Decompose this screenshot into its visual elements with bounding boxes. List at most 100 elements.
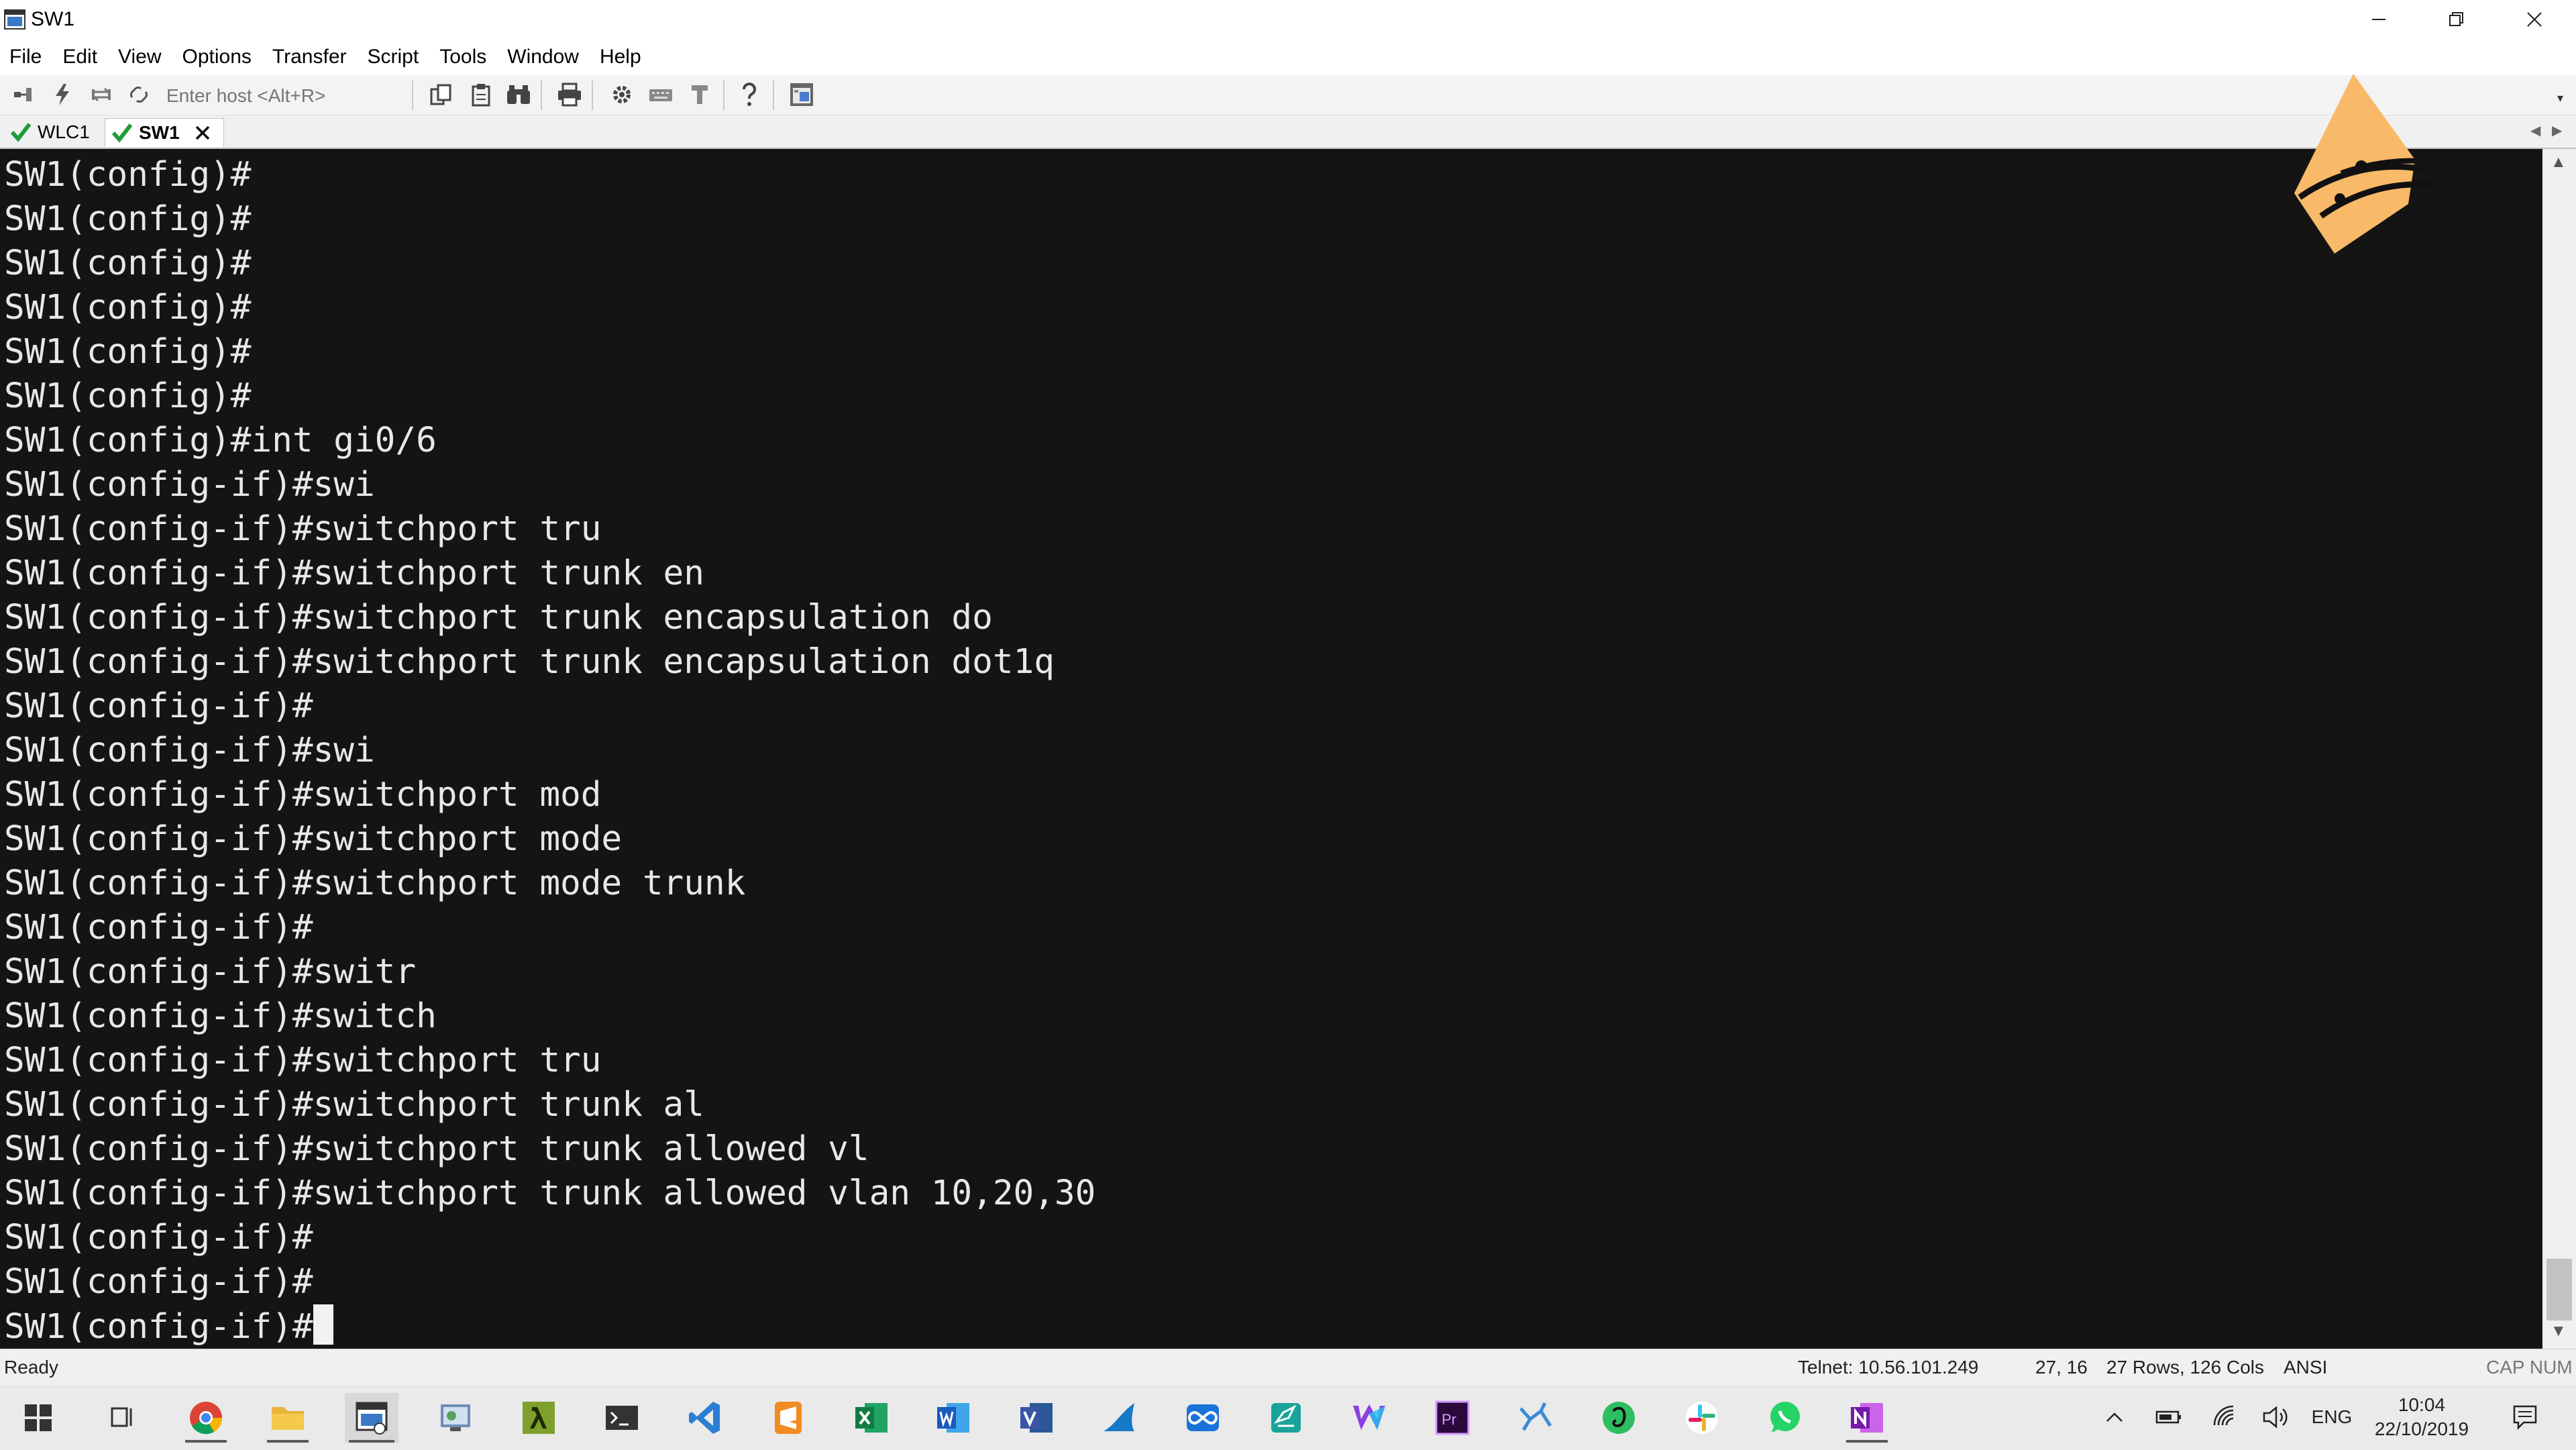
menu-script[interactable]: Script	[358, 39, 431, 75]
taskbar-terminal[interactable]	[597, 1393, 647, 1443]
minimize-icon	[2372, 19, 2385, 20]
taskbar-excel[interactable]	[847, 1393, 896, 1443]
session-manager-button[interactable]	[786, 79, 817, 110]
control-panel-icon	[441, 1404, 470, 1431]
find-button[interactable]	[503, 79, 534, 110]
toolbar-separator	[773, 81, 774, 110]
settings-button[interactable]	[606, 79, 637, 110]
sftp-button[interactable]	[684, 79, 715, 110]
terminal-area[interactable]: SW1(config)# SW1(config)# SW1(config)# SW1(…	[0, 149, 2542, 1349]
connect-button[interactable]	[8, 79, 39, 110]
close-button[interactable]	[2496, 0, 2573, 39]
copy-icon	[430, 84, 451, 105]
menu-edit[interactable]: Edit	[53, 39, 109, 75]
taskbar-slack[interactable]	[1677, 1393, 1727, 1443]
quick-connect-button[interactable]	[47, 79, 78, 110]
menu-view[interactable]: View	[109, 39, 172, 75]
taskbar-securecrt[interactable]	[345, 1393, 398, 1443]
taskbar-sublime-text[interactable]	[763, 1393, 813, 1443]
language-indicator[interactable]: ENG	[2312, 1394, 2353, 1440]
status-dimensions: 27 Rows, 126 Cols	[2106, 1357, 2265, 1378]
tab-sw1[interactable]: SW1	[105, 118, 224, 147]
terminal-line: SW1(config-if)#	[4, 1218, 313, 1257]
taskbar-premiere-pro[interactable]: Pr	[1428, 1393, 1477, 1443]
menu-window[interactable]: Window	[498, 39, 590, 75]
reconnect-button[interactable]	[86, 79, 117, 110]
tab-scroll-right-icon[interactable]: ▶	[2552, 122, 2562, 139]
toolbar-separator	[541, 81, 542, 110]
taskbar-evernote[interactable]	[1594, 1393, 1644, 1443]
scroll-up-icon[interactable]: ▲	[2551, 153, 2567, 172]
onenote-icon	[1851, 1403, 1883, 1433]
taskbar-visio[interactable]	[1012, 1393, 1061, 1443]
print-icon	[558, 83, 581, 107]
channel-logo	[2294, 74, 2434, 254]
title-bar	[0, 0, 2576, 39]
taskbar-word[interactable]	[928, 1393, 978, 1443]
status-keys: CAP NUM	[2486, 1357, 2573, 1378]
action-center-button[interactable]	[2505, 1394, 2545, 1440]
help-button[interactable]	[734, 79, 765, 110]
slack-icon	[1686, 1402, 1718, 1434]
taskbar-webstorm[interactable]	[1344, 1393, 1394, 1443]
vertical-scrollbar[interactable]	[2542, 149, 2576, 1349]
disconnect-button[interactable]	[123, 79, 154, 110]
tab-wlc1[interactable]: WLC1	[4, 118, 105, 146]
menu-options[interactable]: Options	[173, 39, 263, 75]
running-indicator	[185, 1440, 227, 1443]
terminal-line: SW1(config-if)#switchport trunk en	[4, 554, 704, 593]
clock[interactable]: 10:04 22/10/2019	[2368, 1393, 2475, 1441]
scrollbar-thumb[interactable]	[2546, 1259, 2572, 1320]
terminal-output: SW1(config)# SW1(config)# SW1(config)# SW1(…	[4, 153, 1095, 1349]
keymap-button[interactable]	[645, 79, 676, 110]
tab-label: SW1	[139, 122, 180, 143]
scroll-down-icon[interactable]: ▼	[2551, 1322, 2567, 1341]
securecrt-app-icon[interactable]	[4, 8, 27, 31]
menu-file[interactable]: File	[0, 39, 53, 75]
battery-indicator[interactable]	[2152, 1394, 2186, 1440]
host-input[interactable]	[165, 81, 409, 111]
taskbar-chrome[interactable]	[181, 1393, 231, 1443]
taskbar-wireshark[interactable]	[1095, 1393, 1144, 1443]
show-hidden-icons-button[interactable]	[2100, 1394, 2129, 1440]
infinity-app-icon	[1187, 1404, 1219, 1431]
taskbar-file-explorer[interactable]	[263, 1393, 313, 1443]
terminal-line: SW1(config-if)#switchport trunk allowed …	[4, 1129, 869, 1169]
menu-tools[interactable]: Tools	[430, 39, 498, 75]
network-indicator[interactable]	[2207, 1394, 2241, 1440]
paste-button[interactable]	[466, 79, 496, 110]
close-tab-icon[interactable]	[195, 125, 211, 141]
sftp-icon	[692, 85, 708, 104]
taskbar-vscode[interactable]	[680, 1393, 730, 1443]
tab-scroll-left-icon[interactable]: ◀	[2530, 122, 2540, 139]
minimize-button[interactable]	[2340, 0, 2418, 39]
start-button[interactable]	[13, 1393, 63, 1443]
close-icon	[2527, 12, 2542, 27]
taskbar-infinity-app[interactable]	[1178, 1393, 1228, 1443]
svg-text:Pr: Pr	[1442, 1411, 1456, 1428]
menu-help[interactable]: Help	[590, 39, 653, 75]
terminal-line: SW1(config)#	[4, 199, 252, 239]
keymap-icon	[649, 89, 672, 101]
taskbar-onenote[interactable]	[1842, 1393, 1892, 1443]
taskbar-lambda-app[interactable]	[514, 1393, 564, 1443]
wifi-icon	[2213, 1405, 2234, 1426]
taskbar-network-app[interactable]	[1511, 1393, 1560, 1443]
print-button[interactable]	[554, 79, 585, 110]
taskbar-notes-app[interactable]	[1261, 1393, 1311, 1443]
speaker-icon	[2263, 1406, 2288, 1429]
toolbar-overflow-icon[interactable]: ▾	[2557, 91, 2563, 105]
terminal-line: SW1(config-if)#switchport mod	[4, 775, 602, 815]
taskbar-control-panel[interactable]	[431, 1393, 480, 1443]
volume-indicator[interactable]	[2259, 1394, 2293, 1440]
menu-transfer[interactable]: Transfer	[263, 39, 358, 75]
windows-start-icon	[25, 1404, 52, 1431]
terminal-line: SW1(config)#	[4, 155, 252, 195]
quick-connect-icon	[56, 84, 69, 105]
taskbar-whatsapp[interactable]	[1760, 1393, 1810, 1443]
task-view-button[interactable]	[97, 1393, 146, 1443]
copy-button[interactable]	[425, 79, 456, 110]
chrome-icon	[190, 1402, 223, 1435]
restore-button[interactable]	[2418, 0, 2496, 39]
window-title: SW1	[31, 8, 75, 30]
